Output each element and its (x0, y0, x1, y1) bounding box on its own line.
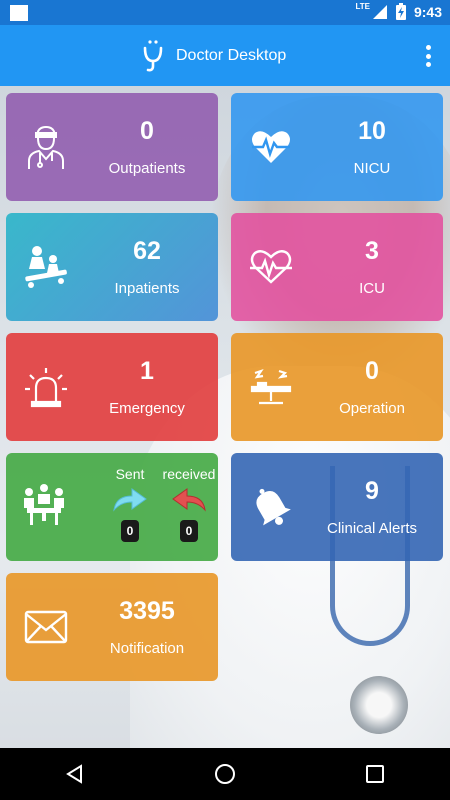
arrow-left-icon (153, 486, 218, 514)
heart-pulse-icon (247, 241, 295, 293)
recents-button[interactable] (345, 754, 405, 794)
clinical-alerts-label: Clinical Alerts (326, 520, 418, 537)
inpatients-label: Inpatients (114, 280, 180, 297)
emergency-count: 1 (140, 357, 154, 385)
app-title: Doctor Desktop (176, 47, 287, 64)
clinical-alerts-count: 9 (365, 477, 379, 505)
heartbeat-icon (247, 121, 295, 173)
operating-table-icon (247, 361, 295, 413)
app-bar: Doctor Desktop (0, 25, 450, 86)
nicu-count: 10 (358, 117, 386, 145)
referrals-tile[interactable]: Sent 0 received 0 (6, 453, 218, 561)
outpatients-tile[interactable]: 0 Outpatients (6, 93, 218, 201)
emergency-tile[interactable]: 1 Emergency (6, 333, 218, 441)
icu-tile[interactable]: 3 ICU (231, 213, 443, 321)
home-icon (215, 764, 235, 784)
icu-count: 3 (365, 237, 379, 265)
nicu-label: NICU (353, 160, 391, 177)
status-bar: LTE 9:43 (0, 0, 450, 25)
emergency-label: Emergency (109, 400, 185, 417)
inpatients-count: 62 (133, 237, 161, 265)
envelope-icon (22, 601, 70, 653)
notification-tile[interactable]: 3395 Notification (6, 573, 218, 681)
meeting-icon (20, 479, 68, 531)
icu-label: ICU (359, 280, 385, 297)
app-logo-icon (143, 40, 163, 72)
system-nav-bar (0, 748, 450, 800)
signal-icon (372, 4, 387, 19)
nicu-tile[interactable]: 10 NICU (231, 93, 443, 201)
back-button[interactable] (45, 754, 105, 794)
operation-count: 0 (365, 357, 379, 385)
sent-count: 0 (121, 520, 139, 542)
clock: 9:43 (413, 3, 442, 20)
overflow-menu-icon[interactable] (426, 45, 432, 67)
home-button[interactable] (195, 754, 255, 794)
clinical-alerts-tile[interactable]: 9 Clinical Alerts (231, 453, 443, 561)
inpatients-tile[interactable]: 62 Inpatients (6, 213, 218, 321)
notification-label: Notification (109, 640, 185, 657)
operation-label: Operation (339, 400, 405, 417)
back-icon (66, 764, 82, 784)
battery-icon (395, 3, 406, 20)
network-type: LTE (355, 2, 370, 11)
doctor-icon (22, 121, 70, 173)
stretcher-icon (22, 241, 70, 293)
operation-tile[interactable]: 0 Operation (231, 333, 443, 441)
notification-count: 3395 (119, 597, 175, 625)
outpatients-count: 0 (140, 117, 154, 145)
notification-square-icon (10, 5, 28, 21)
outpatients-label: Outpatients (108, 160, 186, 177)
alarm-light-icon (22, 361, 70, 413)
bell-icon (247, 481, 295, 533)
referral-received[interactable]: received 0 (153, 466, 218, 542)
received-label: received (162, 466, 216, 482)
recents-icon (366, 765, 384, 783)
received-count: 0 (180, 520, 198, 542)
